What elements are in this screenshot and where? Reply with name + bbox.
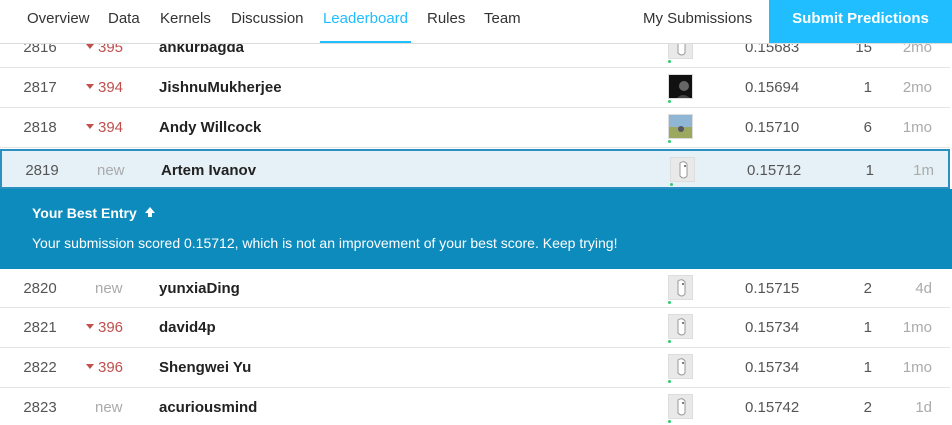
caret-down-icon xyxy=(86,364,94,369)
online-dot-icon xyxy=(668,380,671,383)
score-cell: 0.15712 xyxy=(747,162,802,179)
team-name-link[interactable]: acuriousmind xyxy=(159,399,257,416)
entries-cell: 1 xyxy=(863,359,872,376)
leaderboard-row: 2820 new yunxiaDing 0.15715 2 4d xyxy=(0,269,950,308)
caret-down-icon xyxy=(86,124,94,129)
rank-cell: 2819 xyxy=(25,162,59,179)
rank-cell: 2821 xyxy=(23,319,57,336)
online-dot-icon xyxy=(668,100,671,103)
online-dot-icon xyxy=(668,60,671,63)
last-submission-cell: 1m xyxy=(913,162,934,179)
entries-cell: 1 xyxy=(863,79,872,96)
rank-change-new: new xyxy=(95,399,123,416)
last-submission-cell: 2mo xyxy=(902,79,932,96)
competition-nav: Overview Data Kernels Discussion Leaderb… xyxy=(0,0,952,44)
score-cell: 0.15694 xyxy=(745,79,800,96)
tab-team[interactable]: Team xyxy=(484,0,521,43)
last-submission-cell: 1mo xyxy=(902,319,932,336)
rank-cell: 2820 xyxy=(23,280,57,297)
rank-change: 394 xyxy=(86,119,146,136)
online-dot-icon xyxy=(668,420,671,423)
rank-change: 396 xyxy=(86,319,146,336)
team-member-avatar[interactable] xyxy=(668,275,693,300)
caret-down-icon xyxy=(86,84,94,89)
rank-cell: 2823 xyxy=(23,399,57,416)
rank-cell: 2818 xyxy=(23,119,57,136)
score-cell: 0.15715 xyxy=(745,280,800,297)
score-cell: 0.15710 xyxy=(745,119,800,136)
leaderboard-row: 2823 new acuriousmind 0.15742 2 1d xyxy=(0,388,950,425)
online-dot-icon xyxy=(670,183,673,186)
team-member-avatar[interactable] xyxy=(668,74,693,99)
rank-cell: 2822 xyxy=(23,359,57,376)
submit-predictions-button[interactable]: Submit Predictions xyxy=(769,0,952,43)
score-cell: 0.15742 xyxy=(745,399,800,416)
rank-change-value: 394 xyxy=(98,119,124,136)
best-entry-banner: Your Best Entry Your submission scored 0… xyxy=(0,189,952,269)
leaderboard-row: 2822 396 Shengwei Yu 0.15734 1 1mo xyxy=(0,348,950,388)
rank-change: new xyxy=(95,399,155,416)
score-cell: 0.15734 xyxy=(745,359,800,376)
team-name-link[interactable]: yunxiaDing xyxy=(159,280,240,297)
rank-change: new xyxy=(95,280,155,297)
entries-cell: 6 xyxy=(863,119,872,136)
arrow-up-icon xyxy=(144,205,156,221)
entries-cell: 2 xyxy=(863,280,872,297)
last-submission-cell: 1mo xyxy=(902,119,932,136)
team-name-link[interactable]: Shengwei Yu xyxy=(159,359,251,376)
last-submission-cell: 1d xyxy=(915,399,932,416)
my-submissions-link[interactable]: My Submissions xyxy=(643,0,752,43)
entries-cell: 1 xyxy=(863,319,872,336)
rank-change-value: 396 xyxy=(98,359,124,376)
tab-data[interactable]: Data xyxy=(108,0,140,43)
tab-overview[interactable]: Overview xyxy=(27,0,90,43)
team-member-avatar[interactable] xyxy=(668,314,693,339)
caret-down-icon xyxy=(86,44,94,49)
leaderboard-row: 2817 394 JishnuMukherjee 0.15694 1 2mo xyxy=(0,68,950,108)
team-member-avatar[interactable] xyxy=(668,114,693,139)
rank-change: 396 xyxy=(86,359,146,376)
best-entry-title: Your Best Entry xyxy=(32,205,156,221)
entries-cell: 1 xyxy=(865,162,874,179)
best-entry-title-text: Your Best Entry xyxy=(32,205,137,221)
team-name-link[interactable]: JishnuMukherjee xyxy=(159,79,282,96)
leaderboard-row: 2821 396 david4p 0.15734 1 1mo xyxy=(0,308,950,348)
leaderboard-row-current-user: 2819 new Artem Ivanov 0.15712 1 1m xyxy=(0,149,950,189)
online-dot-icon xyxy=(668,340,671,343)
rank-change-new: new xyxy=(95,280,123,297)
tab-rules[interactable]: Rules xyxy=(427,0,465,43)
rank-change-value: 394 xyxy=(98,79,124,96)
tab-kernels[interactable]: Kernels xyxy=(160,0,211,43)
online-dot-icon xyxy=(668,301,671,304)
team-member-avatar[interactable] xyxy=(670,157,695,182)
tab-leaderboard[interactable]: Leaderboard xyxy=(320,0,411,43)
team-name-link[interactable]: Andy Willcock xyxy=(159,119,261,136)
team-member-avatar[interactable] xyxy=(668,354,693,379)
rank-change: new xyxy=(97,162,157,179)
caret-down-icon xyxy=(86,324,94,329)
leaderboard-row: 2818 394 Andy Willcock 0.15710 6 1mo xyxy=(0,108,950,148)
score-cell: 0.15734 xyxy=(745,319,800,336)
last-submission-cell: 4d xyxy=(915,280,932,297)
last-submission-cell: 1mo xyxy=(902,359,932,376)
team-name-link[interactable]: Artem Ivanov xyxy=(161,162,256,179)
rank-cell: 2817 xyxy=(23,79,57,96)
rank-change-value: 396 xyxy=(98,319,124,336)
team-member-avatar[interactable] xyxy=(668,394,693,419)
team-name-link[interactable]: david4p xyxy=(159,319,216,336)
rank-change-new: new xyxy=(97,162,125,179)
entries-cell: 2 xyxy=(863,399,872,416)
tab-discussion[interactable]: Discussion xyxy=(231,0,304,43)
best-entry-message: Your submission scored 0.15712, which is… xyxy=(32,235,618,251)
online-dot-icon xyxy=(668,140,671,143)
rank-change: 394 xyxy=(86,79,146,96)
